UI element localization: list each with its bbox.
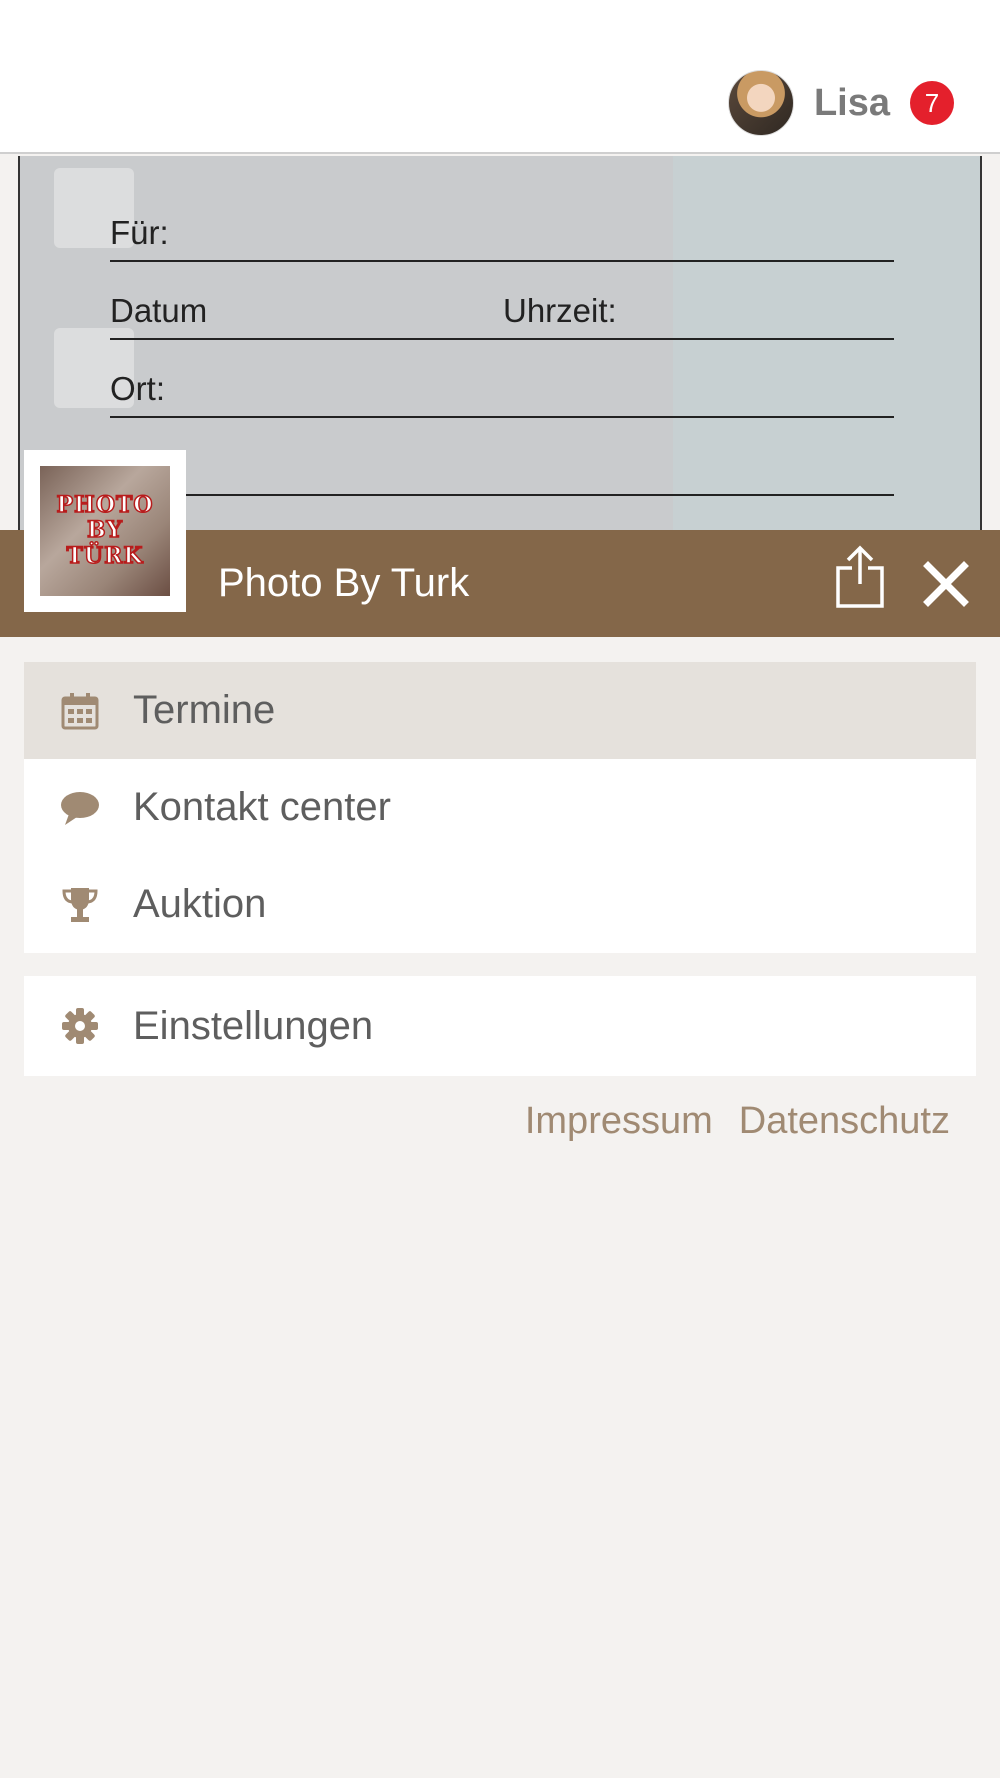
gear-icon [58,1004,102,1048]
settings-menu: Einstellungen [24,976,976,1076]
top-bar: Lisa 7 [0,0,1000,154]
datenschutz-link[interactable]: Datenschutz [739,1100,950,1143]
close-icon [923,561,969,607]
form-label-ort: Ort: [110,370,165,407]
menu-item-auktion[interactable]: Auktion [24,856,976,953]
brand-title: Photo By Turk [218,561,470,605]
logo-text-line: PHOTO [56,491,154,519]
menu-label: Auktion [133,882,267,926]
footer-links: Impressum Datenschutz [525,1100,950,1143]
form-line [110,260,894,262]
logo-image: PHOTO BY TÜRK [40,466,170,596]
form-label-datum: Datum [110,292,208,329]
logo-text-line: BY [86,517,123,544]
brand-logo: PHOTO BY TÜRK [24,450,186,612]
close-button[interactable] [920,558,972,610]
user-menu[interactable]: Lisa 7 [727,70,954,136]
menu-label: Einstellungen [133,1003,374,1048]
share-icon [836,545,884,608]
form-line [110,338,894,340]
share-button[interactable] [832,544,888,610]
calendar-icon [58,689,102,733]
form-line [110,416,894,418]
trophy-icon [58,883,102,927]
user-avatar[interactable] [727,70,794,136]
user-name[interactable]: Lisa [814,82,890,125]
form-label-fuer: Für: [110,214,169,251]
logo-text-line: TÜRK [66,542,144,569]
main-menu: Termine Kontakt center Auktion [24,662,976,953]
speech-bubble-icon [58,786,102,830]
menu-label: Termine [133,688,276,732]
menu-item-termine[interactable]: Termine [24,662,976,759]
form-label-uhrzeit: Uhrzeit: [503,292,617,329]
form-line [110,494,894,496]
impressum-link[interactable]: Impressum [525,1100,713,1143]
notification-badge[interactable]: 7 [910,81,954,125]
menu-label: Kontakt center [133,785,391,829]
menu-item-kontakt-center[interactable]: Kontakt center [24,759,976,856]
menu-item-einstellungen[interactable]: Einstellungen [24,976,976,1076]
